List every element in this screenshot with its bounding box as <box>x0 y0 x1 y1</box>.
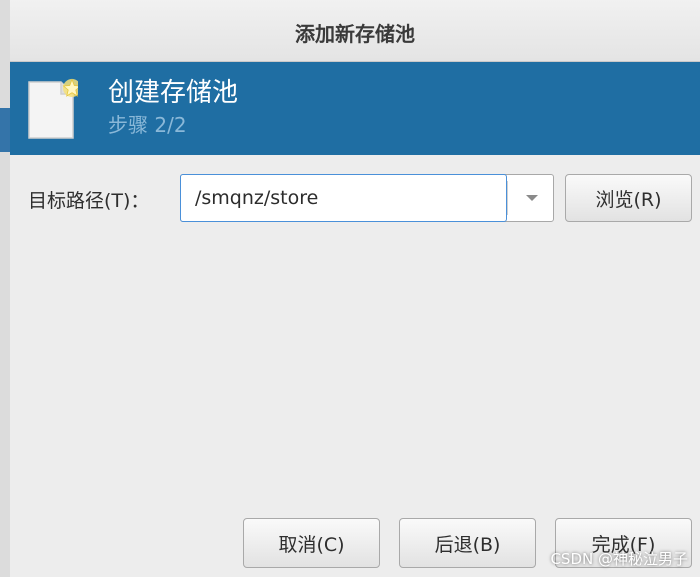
combo-separator <box>507 181 508 215</box>
chevron-down-icon <box>526 195 538 201</box>
add-storage-pool-dialog: 添加新存储池 创建存储池 步骤 2/2 目标路径(T)： 浏览(R) 取消(C)… <box>10 0 700 577</box>
watermark-text: CSDN @神秘泣男子 <box>550 550 688 568</box>
cancel-button[interactable]: 取消(C) <box>243 518 380 568</box>
wizard-step-indicator: 步骤 2/2 <box>108 113 187 137</box>
new-document-icon <box>28 78 78 139</box>
target-path-dropdown-button[interactable] <box>511 175 553 221</box>
target-path-label: 目标路径(T)： <box>28 190 150 212</box>
browse-button[interactable]: 浏览(R) <box>565 174 692 222</box>
wizard-title: 创建存储池 <box>108 78 239 108</box>
wizard-header-banner: 创建存储池 步骤 2/2 <box>10 62 700 155</box>
dialog-title: 添加新存储池 <box>295 22 415 46</box>
target-path-combobox[interactable] <box>180 174 554 222</box>
back-button[interactable]: 后退(B) <box>399 518 536 568</box>
dialog-titlebar[interactable]: 添加新存储池 <box>10 0 700 62</box>
background-selection-mark <box>0 108 10 152</box>
target-path-input[interactable] <box>180 174 507 222</box>
